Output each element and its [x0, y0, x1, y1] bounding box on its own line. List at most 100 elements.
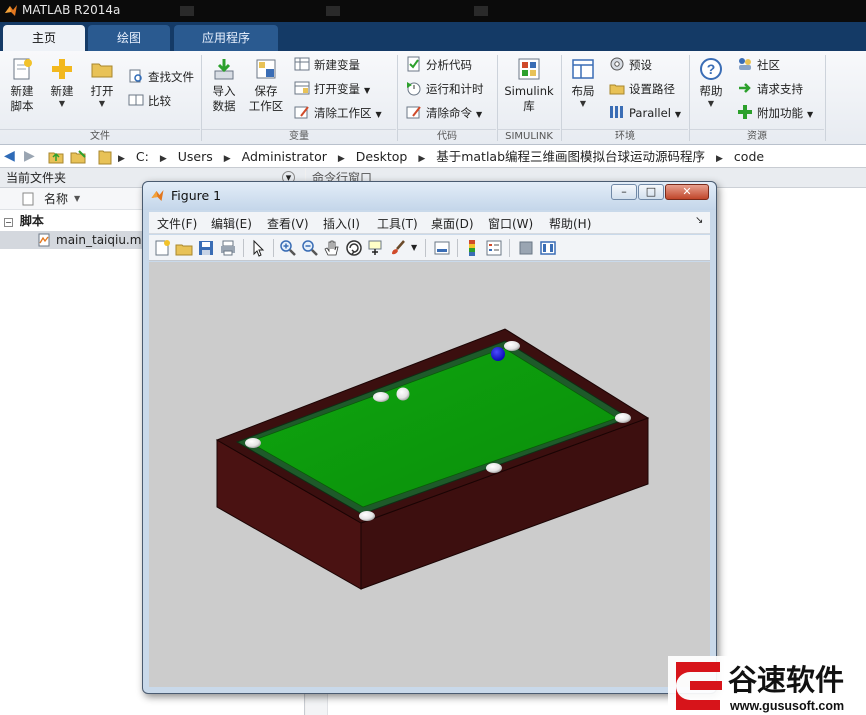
parallel-button[interactable]: Parallel ▼ [609, 103, 681, 123]
new-variable-button[interactable]: 新建变量 [294, 55, 360, 75]
find-files-icon [129, 69, 142, 83]
menu-file[interactable]: 文件(F) [157, 215, 197, 232]
open-button[interactable]: 打开 ▼ [82, 57, 122, 109]
pointer-icon[interactable] [249, 239, 267, 257]
toolbar-separator [425, 239, 426, 257]
zoom-out-icon[interactable] [301, 239, 319, 257]
toolbar-separator [457, 239, 458, 257]
insert-colorbar-icon[interactable] [463, 239, 481, 257]
link-plot-icon[interactable] [433, 239, 451, 257]
save-workspace-button[interactable]: 保存 工作区 [244, 57, 288, 114]
import-label-1: 导入 [212, 84, 236, 98]
breadcrumb-item[interactable]: code [734, 149, 764, 164]
tab-home[interactable]: 主页 [3, 25, 85, 51]
browse-folder-icon[interactable] [70, 149, 88, 164]
matlab-logo-icon [151, 190, 164, 201]
compare-button[interactable]: 比较 [128, 91, 171, 111]
help-button[interactable]: ? 帮助 ▼ [691, 57, 731, 109]
import-data-button[interactable]: 导入 数据 [204, 57, 244, 114]
gear-icon [610, 57, 624, 71]
new-script-button[interactable]: 新建 脚本 [2, 57, 42, 114]
breadcrumb-item[interactable]: Administrator [242, 149, 327, 164]
svg-text:?: ? [707, 61, 716, 77]
pan-hand-icon[interactable] [323, 239, 341, 257]
chevron-down-icon: ▼ [98, 99, 106, 108]
minimize-button[interactable]: – [611, 184, 637, 200]
billiard-table-3d-plot[interactable] [149, 262, 710, 687]
tab-plots[interactable]: 绘图 [88, 25, 170, 51]
open-variable-button[interactable]: 打开变量 ▼ [294, 79, 370, 99]
new-script-label-1: 新建 [10, 84, 34, 98]
print-icon[interactable] [219, 239, 237, 257]
new-figure-icon[interactable] [153, 239, 171, 257]
breadcrumb-item[interactable]: Users [178, 149, 213, 164]
menu-edit[interactable]: 编辑(E) [211, 215, 252, 232]
breadcrumb-item[interactable]: Desktop [356, 149, 408, 164]
rotate-3d-icon[interactable] [345, 239, 363, 257]
breadcrumb-separator: ▶ [159, 154, 167, 164]
breadcrumb-separator: ▶ [118, 154, 125, 164]
figure-window[interactable]: Figure 1 – □ ✕ 文件(F) 编辑(E) 查看(V) 插入(I) 工… [142, 181, 717, 694]
new-button[interactable]: 新建 ▼ [42, 57, 82, 109]
menu-tools[interactable]: 工具(T) [377, 215, 418, 232]
collapse-icon[interactable]: − [4, 218, 13, 227]
maximize-button[interactable]: □ [638, 184, 664, 200]
forward-arrow-icon[interactable]: ▶ [24, 148, 35, 164]
set-path-button[interactable]: 设置路径 [609, 79, 675, 99]
show-plot-tools-icon[interactable] [539, 239, 557, 257]
tree-file-row[interactable]: main_taiqiu.m [0, 231, 160, 249]
menu-view[interactable]: 查看(V) [267, 215, 309, 232]
pocket-mid-front [486, 463, 502, 473]
close-button[interactable]: ✕ [665, 184, 709, 200]
community-button[interactable]: 社区 [737, 55, 780, 75]
menu-window[interactable]: 窗口(W) [488, 215, 533, 232]
column-header-name[interactable]: 名称 [44, 188, 68, 210]
tree-file-label: main_taiqiu.m [56, 233, 142, 247]
m-file-icon [38, 233, 50, 247]
menu-insert[interactable]: 插入(I) [323, 215, 360, 232]
set-path-label: 设置路径 [629, 82, 675, 96]
clear-workspace-button[interactable]: 清除工作区 ▼ [294, 103, 382, 123]
clear-commands-icon [406, 106, 421, 119]
clear-commands-button[interactable]: 清除命令 ▼ [406, 103, 482, 123]
add-ons-label: 附加功能 [757, 106, 803, 120]
run-and-time-button[interactable]: 运行和计时 [406, 79, 484, 99]
dock-arrow-icon[interactable]: ↘ [695, 215, 703, 226]
data-cursor-icon[interactable] [367, 239, 385, 257]
add-ons-button[interactable]: 附加功能 ▼ [737, 103, 813, 123]
preferences-button[interactable]: 预设 [609, 55, 652, 75]
current-folder-path-bar: ◀ ▶ ▶ C: ▶ Users ▶ Administrator ▶ Deskt… [0, 145, 866, 168]
simulink-label-1: Simulink [504, 84, 554, 98]
save-icon[interactable] [197, 239, 215, 257]
breadcrumb-item[interactable]: 基于matlab编程三维画图模拟台球运动源码程序 [436, 149, 705, 164]
back-arrow-icon[interactable]: ◀ [4, 148, 15, 164]
find-files-button[interactable]: 查找文件 [128, 67, 194, 87]
chevron-down-icon[interactable]: ▼ [411, 239, 419, 257]
brush-icon[interactable] [389, 239, 407, 257]
toolbar-separator [509, 239, 510, 257]
chevron-down-icon: ▼ [674, 110, 682, 119]
layout-button[interactable]: 布局 ▼ [563, 57, 603, 109]
insert-legend-icon[interactable] [485, 239, 503, 257]
hide-plot-tools-icon[interactable] [517, 239, 535, 257]
up-folder-icon[interactable] [48, 149, 64, 164]
tab-apps[interactable]: 应用程序 [174, 25, 278, 51]
menu-help[interactable]: 帮助(H) [549, 215, 591, 232]
simulink-library-button[interactable]: Simulink 库 [504, 57, 554, 114]
analyze-code-button[interactable]: 分析代码 [406, 55, 472, 75]
breadcrumb-separator: ▶ [418, 154, 426, 164]
menu-desktop[interactable]: 桌面(D) [431, 215, 474, 232]
sort-down-icon: ▼ [74, 194, 81, 203]
zoom-in-icon[interactable] [279, 239, 297, 257]
titlebar-decoration [180, 6, 194, 16]
group-label-variable: 变量 [202, 129, 396, 143]
figure-title-bar[interactable]: Figure 1 – □ ✕ [143, 182, 716, 210]
parallel-icon [610, 106, 623, 118]
breadcrumb-item[interactable]: C: [136, 149, 149, 164]
figure-canvas[interactable] [149, 262, 710, 687]
request-support-button[interactable]: 请求支持 [737, 79, 803, 99]
request-support-icon [739, 83, 751, 93]
open-file-icon[interactable] [175, 239, 193, 257]
import-label-2: 数据 [212, 99, 236, 113]
group-label-file: 文件 [0, 129, 200, 143]
